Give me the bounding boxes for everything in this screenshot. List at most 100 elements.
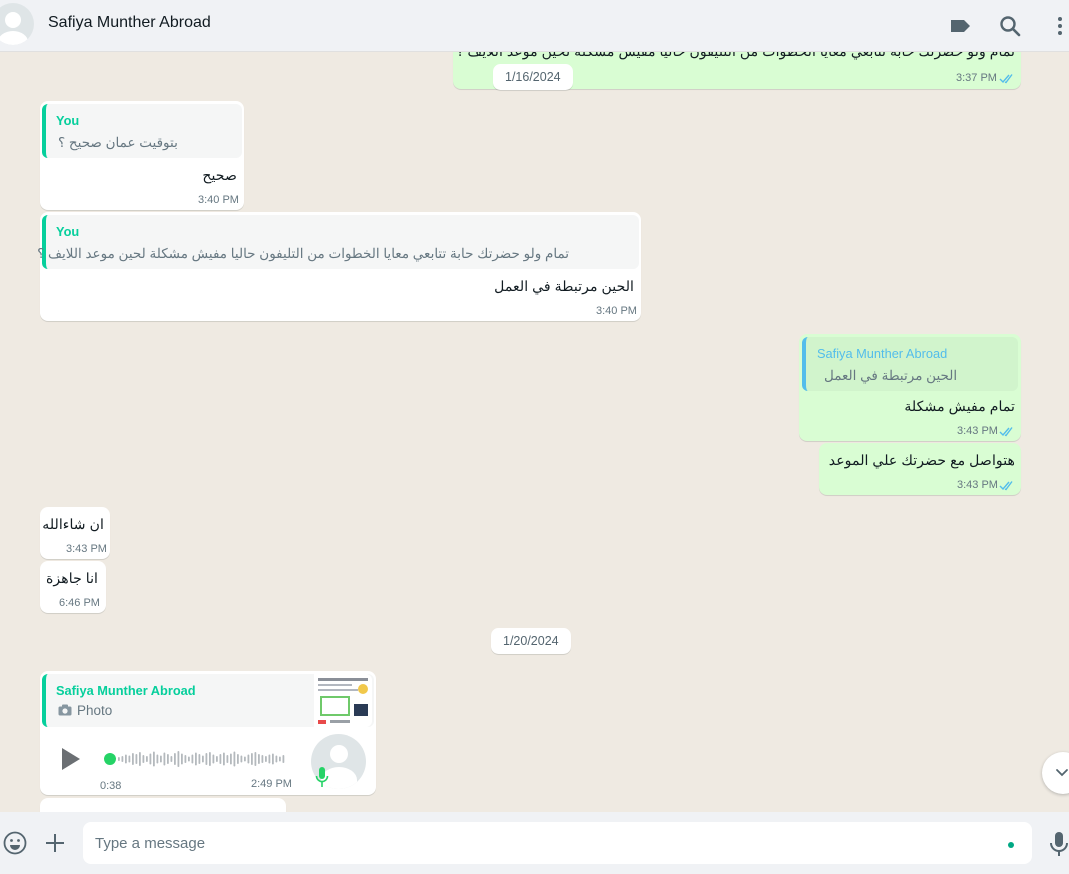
message-composer[interactable] [83, 822, 1032, 864]
message-text: هتواصل مع حضرتك علي الموعد [828, 453, 1015, 469]
message-text: انا جاهزة [46, 571, 98, 587]
waveform-bar [216, 756, 218, 762]
emoji-icon[interactable] [2, 830, 28, 856]
message-text: الحين مرتبطة في العمل [494, 279, 634, 295]
waveform-bar [128, 755, 131, 763]
message-incoming[interactable]: You تمام ولو حضرتك حابة تتابعي معايا الخ… [37, 212, 641, 321]
waveform-bar [174, 753, 176, 765]
contact-avatar[interactable] [0, 3, 34, 45]
waveform-bar [209, 752, 211, 766]
message-incoming[interactable]: انا جاهزة 6:46 PM [40, 561, 106, 613]
message-time: 3:37 PM [956, 72, 997, 84]
waveform-bar [265, 756, 267, 762]
quote-text: Photo [77, 703, 113, 718]
quote-author: You [56, 113, 80, 128]
quote-author: You [56, 224, 80, 239]
chevron-down-icon [1056, 769, 1068, 777]
waveform-bar [226, 755, 229, 763]
waveform-bar [272, 753, 274, 765]
search-icon[interactable] [996, 12, 1024, 40]
message-time: 3:43 PM [957, 425, 998, 437]
waveform-bar [146, 756, 148, 762]
voice-message[interactable]: Safiya Munther Abroad Photo 0:38 2:49 PM [40, 671, 376, 795]
status-dot [1008, 842, 1014, 848]
message-input[interactable] [95, 832, 975, 854]
message-time: 6:46 PM [59, 597, 100, 609]
attach-plus-icon[interactable] [43, 831, 67, 855]
waveform-bar [230, 753, 232, 765]
waveform-bar [223, 752, 225, 766]
waveform-bar [258, 754, 260, 764]
message-incoming[interactable]: You بتوقيت عمان صحيح ؟ صحيح 3:40 PM [40, 101, 244, 210]
waveform-bar [125, 754, 127, 764]
waveform-bar [237, 754, 239, 764]
quoted-message[interactable]: You بتوقيت عمان صحيح ؟ [42, 104, 242, 158]
microphone-icon[interactable] [1048, 830, 1069, 858]
message-list[interactable]: تمام ولو حضرتك حابة تتابعي معايا الخطوات… [0, 52, 1069, 812]
date-divider: 1/20/2024 [491, 628, 571, 654]
waveform-bar [149, 753, 152, 765]
waveform-bar [244, 756, 246, 762]
waveform-bar [135, 754, 138, 764]
waveform-bar [181, 753, 183, 765]
read-ticks-icon [999, 481, 1013, 491]
waveform-bar [184, 755, 187, 763]
message-time: 3:43 PM [957, 479, 998, 491]
quote-author: Safiya Munther Abroad [56, 683, 196, 698]
message-outgoing[interactable]: Safiya Munther Abroad الحين مرتبطة في ال… [799, 334, 1021, 441]
waveform-bar [251, 753, 253, 765]
menu-icon[interactable] [1046, 12, 1069, 40]
waveform-bar [118, 757, 120, 761]
waveform-bar [268, 754, 271, 764]
microphone-icon [315, 767, 329, 787]
waveform-bar [163, 752, 166, 766]
quote-author: Safiya Munther Abroad [817, 346, 948, 361]
message-time: 3:43 PM [66, 543, 107, 555]
message-time: 3:40 PM [596, 305, 637, 317]
waveform-bar [219, 754, 222, 764]
contact-name[interactable]: Safiya Munther Abroad [48, 14, 211, 32]
message-text: تمام ولو حضرتك حابة تتابعي معايا الخطوات… [456, 52, 1015, 60]
waveform-bar [160, 755, 162, 763]
waveform-bar [279, 756, 281, 762]
waveform-bar [167, 754, 169, 764]
chat-header: Safiya Munther Abroad [0, 0, 1069, 52]
waveform-bar [153, 751, 155, 767]
message-text: ان شاءالله [42, 517, 104, 533]
waveform-bar [121, 756, 124, 762]
waveform-bar [132, 753, 134, 765]
quote-text: تمام ولو حضرتك حابة تتابعي معايا الخطوات… [37, 246, 569, 261]
camera-icon [58, 704, 72, 716]
waveform-bar [233, 751, 236, 767]
message-incoming[interactable]: ان شاءالله 3:43 PM [40, 507, 110, 559]
quote-text: بتوقيت عمان صحيح ؟ [58, 135, 178, 150]
waveform[interactable] [106, 747, 286, 771]
waveform-bar [247, 754, 250, 764]
waveform-bar [205, 753, 208, 765]
waveform-bar [156, 754, 159, 764]
message-incoming[interactable] [40, 798, 286, 812]
message-time: 3:40 PM [198, 194, 239, 206]
waveform-bar [139, 752, 141, 766]
play-icon[interactable] [58, 746, 82, 772]
waveform-bar [142, 755, 145, 763]
composer-bar [0, 812, 1069, 874]
photo-thumbnail[interactable] [314, 674, 372, 727]
quoted-message[interactable]: Safiya Munther Abroad الحين مرتبطة في ال… [802, 337, 1018, 391]
message-outgoing[interactable]: هتواصل مع حضرتك علي الموعد 3:43 PM [819, 443, 1021, 495]
label-icon[interactable] [946, 12, 974, 40]
waveform-bar [240, 755, 243, 763]
message-text: صحيح [202, 168, 237, 184]
waveform-bar [275, 755, 278, 763]
waveform-bar [177, 751, 180, 767]
waveform-bar [170, 756, 173, 762]
message-text: تمام مفيش مشكلة [904, 399, 1015, 415]
waveform-bar [282, 755, 285, 763]
waveform-bar [212, 754, 215, 764]
quoted-message[interactable]: You تمام ولو حضرتك حابة تتابعي معايا الخ… [37, 215, 639, 269]
date-divider: 1/16/2024 [493, 64, 573, 90]
waveform-bar [191, 754, 194, 764]
read-ticks-icon [999, 427, 1013, 437]
waveform-bar [254, 752, 257, 766]
quoted-message[interactable]: Safiya Munther Abroad Photo [42, 674, 374, 727]
